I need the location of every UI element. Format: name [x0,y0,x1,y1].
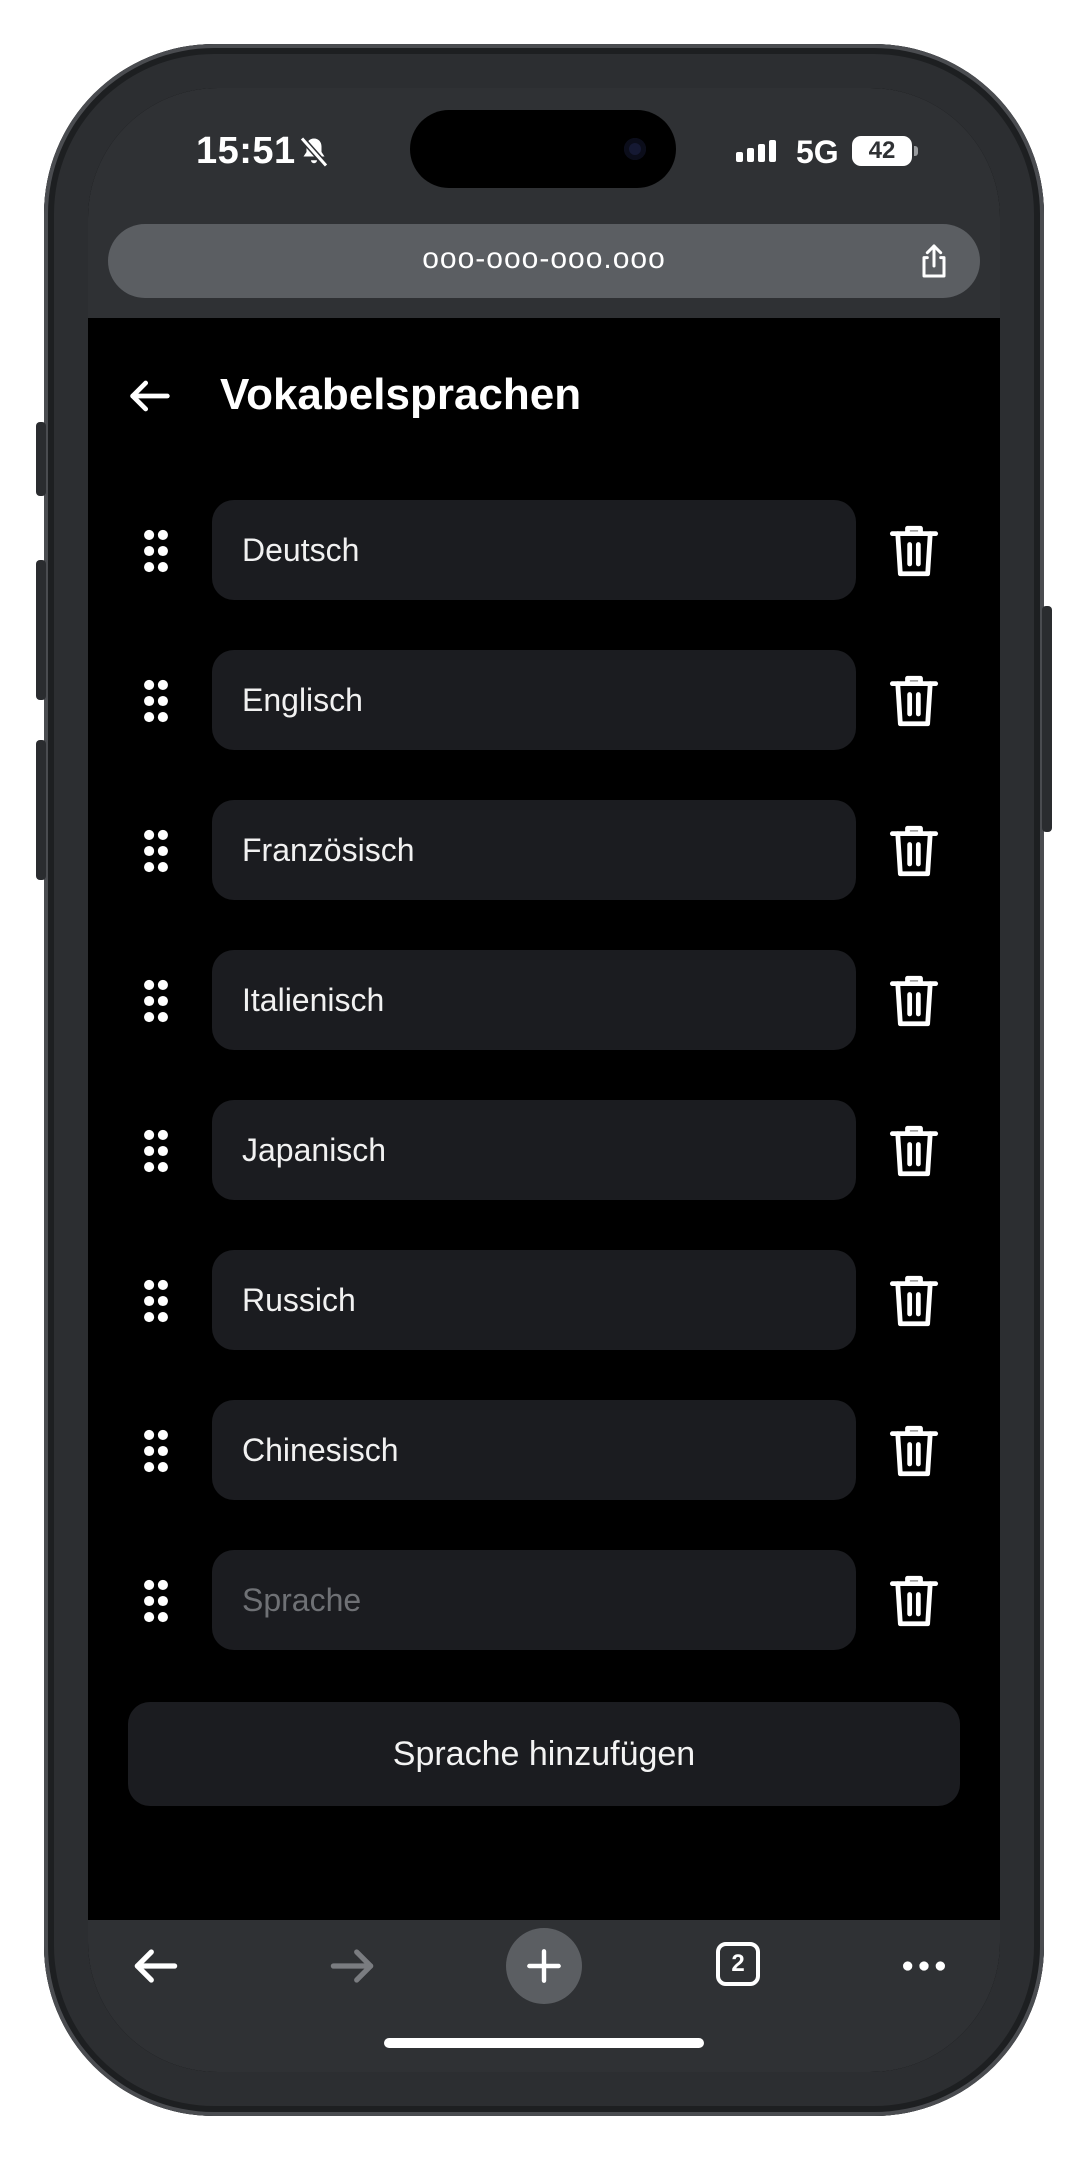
browser-top-chrome: 15:51 5G 42 ooo-ooo-ooo.ooo [88,88,1000,318]
trash-icon[interactable] [888,522,940,580]
action-button [36,422,46,496]
dynamic-island [410,110,676,188]
volume-down-button [36,740,46,880]
language-input[interactable] [212,1400,856,1500]
trash-icon[interactable] [888,972,940,1030]
language-input[interactable] [212,650,856,750]
camera-icon [624,138,646,160]
trash-icon[interactable] [888,1122,940,1180]
language-input[interactable] [212,500,856,600]
drag-handle-icon[interactable] [142,1278,170,1324]
language-row [88,1100,1000,1200]
drag-handle-icon[interactable] [142,978,170,1024]
language-input[interactable] [212,1100,856,1200]
language-input[interactable] [212,950,856,1050]
language-input[interactable] [212,800,856,900]
language-row [88,500,1000,600]
status-time: 15:51 [196,130,296,172]
drag-handle-icon[interactable] [142,1578,170,1624]
plus-icon [527,1949,561,1983]
battery-indicator: 42 [852,136,912,166]
home-indicator[interactable] [384,2038,704,2048]
volume-up-button [36,560,46,700]
bell-slash-icon [299,136,329,168]
add-language-button[interactable]: Sprache hinzufügen [128,1702,960,1806]
language-row [88,1550,1000,1650]
trash-icon[interactable] [888,1572,940,1630]
language-row [88,650,1000,750]
trash-icon[interactable] [888,822,940,880]
language-row [88,800,1000,900]
share-icon[interactable] [914,240,954,282]
drag-handle-icon[interactable] [142,1128,170,1174]
screen: 15:51 5G 42 ooo-ooo-ooo.ooo Vokabelsprac… [88,88,1000,2072]
trash-icon[interactable] [888,1272,940,1330]
language-input[interactable] [212,1250,856,1350]
page-title: Vokabelsprachen [220,370,582,419]
power-button [1042,606,1052,832]
language-input[interactable] [212,1550,856,1650]
page-header: Vokabelsprachen [88,318,1000,478]
battery-tip [914,146,918,156]
language-row [88,1400,1000,1500]
browser-back-icon[interactable] [128,1938,184,1994]
browser-bottom-toolbar: 2 [88,1920,1000,2072]
drag-handle-icon[interactable] [142,1428,170,1474]
language-row [88,950,1000,1050]
trash-icon[interactable] [888,672,940,730]
url-text[interactable]: ooo-ooo-ooo.ooo [108,242,980,276]
arrow-left-icon[interactable] [124,370,176,422]
url-bar[interactable]: ooo-ooo-ooo.ooo [108,224,980,298]
signal-strength-icon [736,140,776,162]
drag-handle-icon[interactable] [142,528,170,574]
language-row [88,1250,1000,1350]
browser-forward-icon[interactable] [324,1938,380,1994]
drag-handle-icon[interactable] [142,828,170,874]
drag-handle-icon[interactable] [142,678,170,724]
trash-icon[interactable] [888,1422,940,1480]
tab-count-button[interactable]: 2 [716,1942,760,1986]
network-type: 5G [796,134,839,170]
more-options-icon[interactable] [896,1938,952,1994]
new-tab-button[interactable] [506,1928,582,2004]
